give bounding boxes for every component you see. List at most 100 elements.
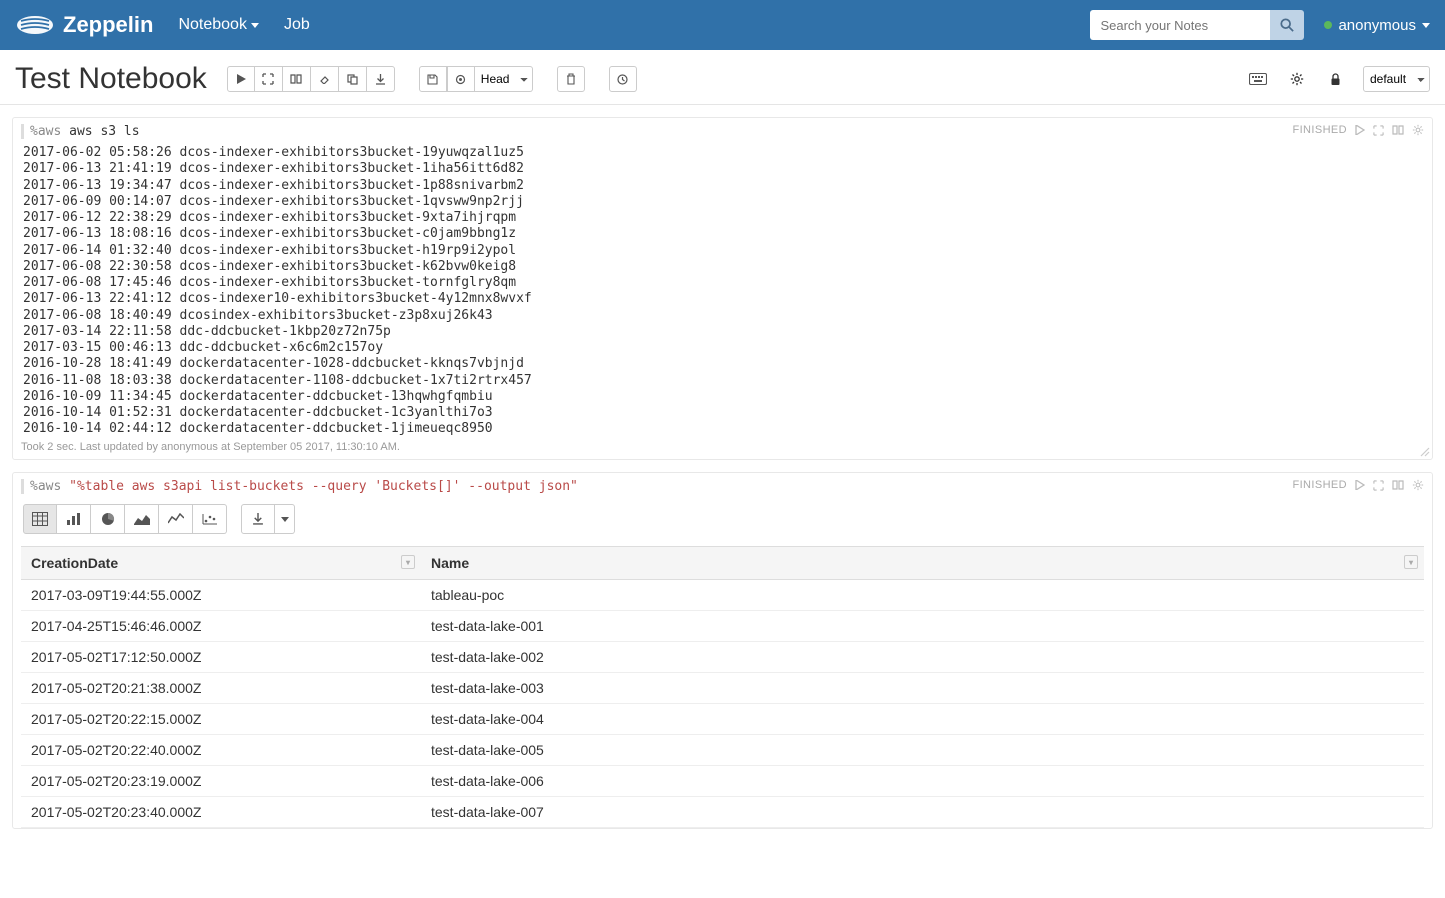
resize-handle[interactable] — [1418, 445, 1430, 457]
trash-button[interactable] — [557, 66, 585, 92]
show-hide-code-button[interactable] — [255, 66, 283, 92]
commit-button[interactable] — [419, 66, 447, 92]
play-icon — [1355, 125, 1365, 135]
table-cell: test-data-lake-007 — [421, 797, 1424, 828]
table-cell: test-data-lake-006 — [421, 766, 1424, 797]
hide-editor-button[interactable] — [1373, 480, 1384, 491]
show-hide-output-button[interactable] — [283, 66, 311, 92]
column-header-name[interactable]: Name▾ — [421, 547, 1424, 580]
brand-logo[interactable]: Zeppelin — [15, 12, 153, 38]
user-menu[interactable]: anonymous — [1324, 17, 1430, 34]
note-titlebar: Test Notebook Head default — [0, 50, 1445, 105]
viz-type-group — [23, 504, 227, 534]
viz-scatter-button[interactable] — [193, 504, 227, 534]
table-row[interactable]: 2017-05-02T20:21:38.000Ztest-data-lake-0… — [21, 673, 1424, 704]
expand-icon — [1373, 480, 1384, 491]
command-text: "%table aws s3api list-buckets --query '… — [69, 479, 578, 494]
search-button[interactable] — [1270, 10, 1304, 40]
table-row[interactable]: 2017-05-02T17:12:50.000Ztest-data-lake-0… — [21, 642, 1424, 673]
bar-chart-icon — [66, 512, 82, 526]
nav-notebook[interactable]: Notebook — [178, 16, 259, 34]
paragraph-1-output: 2017-06-02 05:58:26 dcos-indexer-exhibit… — [23, 145, 1424, 435]
nav-links: Notebook Job — [178, 16, 1090, 34]
run-all-button[interactable] — [227, 66, 255, 92]
paragraph-1: FINISHED %aws aws s3 ls 2017-06-02 05:58… — [12, 117, 1433, 460]
clone-note-button[interactable] — [339, 66, 367, 92]
paragraph-2: FINISHED %aws "%table aws s3api list-buc… — [12, 472, 1433, 829]
line-chart-icon — [168, 513, 184, 525]
viz-table-button[interactable] — [23, 504, 57, 534]
target-icon — [455, 74, 466, 85]
navbar: Zeppelin Notebook Job anonymous — [0, 0, 1445, 50]
eraser-icon — [318, 74, 330, 84]
pie-chart-icon — [101, 512, 115, 526]
search-input[interactable] — [1090, 10, 1270, 40]
play-icon — [1355, 480, 1365, 490]
viz-pie-button[interactable] — [91, 504, 125, 534]
buckets-table: CreationDate▾ Name▾ 2017-03-09T19:44:55.… — [21, 546, 1424, 828]
note-mode-select[interactable]: default — [1363, 66, 1430, 92]
paragraph-2-controls: FINISHED — [1292, 479, 1424, 491]
set-revision-button[interactable] — [447, 66, 475, 92]
interpreter-binding-button[interactable] — [1283, 66, 1311, 92]
export-note-button[interactable] — [367, 66, 395, 92]
table-cell: 2017-05-02T20:21:38.000Z — [21, 673, 421, 704]
hide-output-button[interactable] — [1392, 125, 1404, 135]
scatter-chart-icon — [202, 513, 218, 525]
paragraph-1-editor[interactable]: %aws aws s3 ls — [21, 124, 1424, 139]
interpreter-label: %aws — [30, 124, 61, 139]
note-permissions-button[interactable] — [1321, 66, 1349, 92]
keyboard-shortcuts-button[interactable] — [1243, 66, 1273, 92]
keyboard-icon — [1249, 73, 1267, 85]
filter-icon[interactable]: ▾ — [1404, 555, 1418, 569]
table-cell: test-data-lake-004 — [421, 704, 1424, 735]
scheduler-button[interactable] — [609, 66, 637, 92]
page-title[interactable]: Test Notebook — [15, 62, 207, 96]
hide-editor-button[interactable] — [1373, 125, 1384, 136]
expand-icon — [262, 73, 274, 85]
table-row[interactable]: 2017-05-02T20:23:40.000Ztest-data-lake-0… — [21, 797, 1424, 828]
run-paragraph-button[interactable] — [1355, 480, 1365, 490]
table-row[interactable]: 2017-03-09T19:44:55.000Ztableau-poc — [21, 580, 1424, 611]
clear-output-button[interactable] — [311, 66, 339, 92]
table-cell: 2017-05-02T20:23:19.000Z — [21, 766, 421, 797]
zeppelin-icon — [15, 13, 55, 37]
caret-down-icon — [281, 517, 289, 522]
table-row[interactable]: 2017-05-02T20:23:19.000Ztest-data-lake-0… — [21, 766, 1424, 797]
table-cell: 2017-05-02T20:22:15.000Z — [21, 704, 421, 735]
viz-bar-button[interactable] — [57, 504, 91, 534]
download-group — [241, 504, 295, 534]
trash-icon — [566, 73, 576, 85]
book-icon — [290, 74, 302, 84]
save-icon — [427, 74, 438, 85]
table-cell: 2017-05-02T17:12:50.000Z — [21, 642, 421, 673]
search-group — [1090, 10, 1304, 40]
resize-icon — [1418, 445, 1430, 457]
download-icon — [252, 513, 264, 525]
paragraph-settings-button[interactable] — [1412, 479, 1424, 491]
nav-job[interactable]: Job — [284, 16, 310, 34]
run-paragraph-button[interactable] — [1355, 125, 1365, 135]
column-header-creationdate[interactable]: CreationDate▾ — [21, 547, 421, 580]
filter-icon[interactable]: ▾ — [401, 555, 415, 569]
table-row[interactable]: 2017-05-02T20:22:15.000Ztest-data-lake-0… — [21, 704, 1424, 735]
download-data-button[interactable] — [241, 504, 275, 534]
paragraph-settings-button[interactable] — [1412, 124, 1424, 136]
play-icon — [236, 74, 246, 84]
table-cell: test-data-lake-001 — [421, 611, 1424, 642]
gear-icon — [1412, 479, 1424, 491]
caret-down-icon — [251, 23, 259, 28]
interpreter-label: %aws — [30, 479, 61, 494]
viz-area-button[interactable] — [125, 504, 159, 534]
hide-output-button[interactable] — [1392, 480, 1404, 490]
table-row[interactable]: 2017-04-25T15:46:46.000Ztest-data-lake-0… — [21, 611, 1424, 642]
paragraph-2-editor[interactable]: %aws "%table aws s3api list-buckets --qu… — [21, 479, 1424, 494]
download-menu-button[interactable] — [275, 504, 295, 534]
nav-notebook-label: Notebook — [178, 16, 247, 34]
clock-icon — [617, 74, 628, 85]
viz-line-button[interactable] — [159, 504, 193, 534]
book-icon — [1392, 480, 1404, 490]
revision-select[interactable]: Head — [475, 66, 533, 92]
copy-icon — [347, 74, 358, 85]
table-row[interactable]: 2017-05-02T20:22:40.000Ztest-data-lake-0… — [21, 735, 1424, 766]
